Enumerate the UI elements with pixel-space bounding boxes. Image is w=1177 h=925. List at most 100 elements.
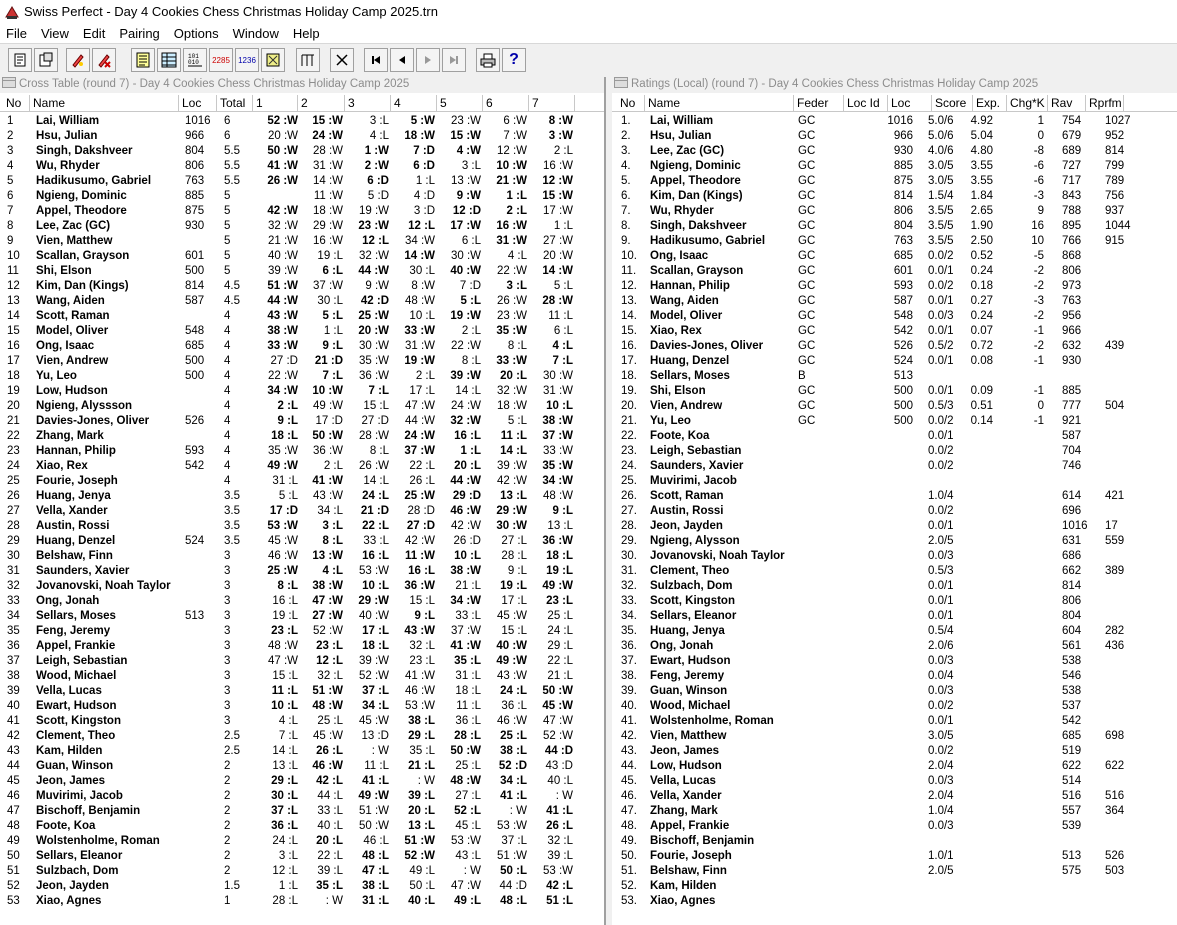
cross-table-col-name[interactable]: Name [30, 95, 179, 111]
cross-table-col-loc[interactable]: Loc [179, 95, 217, 111]
cross-table-row[interactable]: 48 Foote, Koa 2 36 :L 40 :L 50 :W 13 :L 45 :L 53… [0, 819, 604, 834]
cross-table-col-round-4[interactable]: 4 [391, 95, 437, 111]
ratings-row[interactable]: 13. Wang, Aiden GC 587 0.0/1 0.27 -3 763 [612, 294, 1177, 309]
ratings-row[interactable]: 51. Belshaw, Finn 2.0/5 575 503 [612, 864, 1177, 879]
ratings-row[interactable]: 5. Appel, Theodore GC 875 3.0/5 3.55 -6 717 789 [612, 174, 1177, 189]
ratings-row[interactable]: 18. Sellars, Moses B 513 [612, 369, 1177, 384]
cross-table-layout-icon[interactable] [296, 48, 320, 72]
cross-table-row[interactable]: 21 Davies-Jones, Oliver 526 4 9 :L 17 :D 27 :D… [0, 414, 604, 429]
ratings-icon[interactable]: 2285 [209, 48, 233, 72]
menu-edit[interactable]: Edit [77, 26, 113, 41]
cross-table-col-round-2[interactable]: 2 [298, 95, 345, 111]
ratings-row[interactable]: 38. Feng, Jeremy 0.0/4 546 [612, 669, 1177, 684]
cross-table-row[interactable]: 15 Model, Oliver 548 4 38 :W 1 :L 20 :W 33 :W 2 … [0, 324, 604, 339]
cross-table-row[interactable]: 40 Ewart, Hudson 3 10 :L 48 :W 34 :L 53 :W 11 :… [0, 699, 604, 714]
ratings-row[interactable]: 27. Austin, Rossi 0.0/2 696 [612, 504, 1177, 519]
cross-table-row[interactable]: 5 Hadikusumo, Gabriel 763 5.5 26 :W 14 :W 6 :D… [0, 174, 604, 189]
ratings-row[interactable]: 19. Shi, Elson GC 500 0.0/1 0.09 -1 885 [612, 384, 1177, 399]
ratings-row[interactable]: 17. Huang, Denzel GC 524 0.0/1 0.08 -1 930 [612, 354, 1177, 369]
help-icon[interactable]: ? [502, 48, 526, 72]
ratings-row[interactable]: 30. Jovanovski, Noah Taylor 0.0/3 686 [612, 549, 1177, 564]
ratings-row[interactable]: 23. Leigh, Sebastian 0.0/2 704 [612, 444, 1177, 459]
ratings-row[interactable]: 22. Foote, Koa 0.0/1 587 [612, 429, 1177, 444]
ratings-row[interactable]: 47. Zhang, Mark 1.0/4 557 364 [612, 804, 1177, 819]
cross-table-row[interactable]: 32 Jovanovski, Noah Taylor 3 8 :L 38 :W 10 :L… [0, 579, 604, 594]
cross-table-row[interactable]: 49 Wolstenholme, Roman 2 24 :L 20 :L 46 :L 51 … [0, 834, 604, 849]
ratings-row[interactable]: 50. Fourie, Joseph 1.0/1 513 526 [612, 849, 1177, 864]
pairings-icon[interactable] [131, 48, 155, 72]
ratings-row[interactable]: 10. Ong, Isaac GC 685 0.0/2 0.52 -5 868 [612, 249, 1177, 264]
ratings-col-no[interactable]: No [617, 95, 645, 111]
cross-table-row[interactable]: 6 Ngieng, Dominic 885 5 11 :W 5 :D 4 :D 9 :W 1 :… [0, 189, 604, 204]
cross-table-row[interactable]: 22 Zhang, Mark 4 18 :L 50 :W 28 :W 24 :W 16 :L 1… [0, 429, 604, 444]
cross-table-icon[interactable] [157, 48, 181, 72]
ratings-col-rav[interactable]: Rav [1048, 95, 1086, 111]
cross-table-col-total[interactable]: Total [217, 95, 253, 111]
next-round-icon[interactable]: 1236 [235, 48, 259, 72]
ratings-row[interactable]: 8. Singh, Dakshveer GC 804 3.5/5 1.90 16 895 104… [612, 219, 1177, 234]
table-layout-icon[interactable] [261, 48, 285, 72]
cross-table-row[interactable]: 28 Austin, Rossi 3.5 53 :W 3 :L 22 :L 27 :D 42 … [0, 519, 604, 534]
ratings-col-loc-id[interactable]: Loc Id [844, 95, 888, 111]
cross-table-row[interactable]: 47 Bischoff, Benjamin 2 37 :L 33 :L 51 :W 20 :… [0, 804, 604, 819]
ratings-row[interactable]: 16. Davies-Jones, Oliver GC 526 0.5/2 0.72 -2 6… [612, 339, 1177, 354]
cross-table-row[interactable]: 44 Guan, Winson 2 13 :L 46 :W 11 :L 21 :L 25 :L… [0, 759, 604, 774]
cross-table-row[interactable]: 43 Kam, Hilden 2.5 14 :L 26 :L: W 35 :L 50 :W 3… [0, 744, 604, 759]
ratings-row[interactable]: 40. Wood, Michael 0.0/2 537 [612, 699, 1177, 714]
cross-table-row[interactable]: 8 Lee, Zac (GC) 930 5 32 :W 29 :W 23 :W 12 :L 17… [0, 219, 604, 234]
cross-table-row[interactable]: 17 Vien, Andrew 500 4 27 :D 21 :D 35 :W 19 :W 8 … [0, 354, 604, 369]
cross-table-row[interactable]: 45 Jeon, James 2 29 :L 42 :L 41 :L: W 48 :W 34 … [0, 774, 604, 789]
ratings-col-loc[interactable]: Loc [888, 95, 932, 111]
ratings-row[interactable]: 44. Low, Hudson 2.0/4 622 622 [612, 759, 1177, 774]
cross-table-row[interactable]: 39 Vella, Lucas 3 11 :L 51 :W 37 :L 46 :W 18 :L… [0, 684, 604, 699]
cross-table-row[interactable]: 38 Wood, Michael 3 15 :L 32 :L 52 :W 41 :W 31 :… [0, 669, 604, 684]
cross-table-row[interactable]: 25 Fourie, Joseph 4 31 :L 41 :W 14 :L 26 :L 44 … [0, 474, 604, 489]
cross-table-row[interactable]: 50 Sellars, Eleanor 2 3 :L 22 :L 48 :L 52 :W 43… [0, 849, 604, 864]
cross-table-row[interactable]: 26 Huang, Jenya 3.5 5 :L 43 :W 24 :L 25 :W 29 :… [0, 489, 604, 504]
cross-table-col-round-1[interactable]: 1 [253, 95, 298, 111]
cross-table-row[interactable]: 24 Xiao, Rex 542 4 49 :W 2 :L 26 :W 22 :L 20 :L 3… [0, 459, 604, 474]
cross-table-row[interactable]: 46 Muvirimi, Jacob 2 30 :L 44 :L 49 :W 39 :L 27… [0, 789, 604, 804]
print-icon[interactable] [476, 48, 500, 72]
cross-table-row[interactable]: 34 Sellars, Moses 513 3 19 :L 27 :W 40 :W 9 :L 3… [0, 609, 604, 624]
previous-round-icon[interactable] [390, 48, 414, 72]
cross-table-row[interactable]: 7 Appel, Theodore 875 5 42 :W 18 :W 19 :W 3 :D 1… [0, 204, 604, 219]
ratings-row[interactable]: 29. Ngieng, Alysson 2.0/5 631 559 [612, 534, 1177, 549]
cross-table-row[interactable]: 51 Sulzbach, Dom 2 12 :L 39 :L 47 :L 49 :L: W 5… [0, 864, 604, 879]
ratings-row[interactable]: 36. Ong, Jonah 2.0/6 561 436 [612, 639, 1177, 654]
ratings-row[interactable]: 45. Vella, Lucas 0.0/3 514 [612, 774, 1177, 789]
cross-table-row[interactable]: 2 Hsu, Julian 966 6 20 :W 24 :W 4 :L 18 :W 15 :W… [0, 129, 604, 144]
cross-table-row[interactable]: 27 Vella, Xander 3.5 17 :D 34 :L 21 :D 28 :D 46… [0, 504, 604, 519]
ratings-row[interactable]: 2. Hsu, Julian GC 966 5.0/6 5.04 0 679 952 [612, 129, 1177, 144]
ratings-row[interactable]: 9. Hadikusumo, Gabriel GC 763 3.5/5 2.50 10 766… [612, 234, 1177, 249]
ratings-row[interactable]: 37. Ewart, Hudson 0.0/3 538 [612, 654, 1177, 669]
ratings-row[interactable]: 53. Xiao, Agnes [612, 894, 1177, 909]
ratings-row[interactable]: 24. Saunders, Xavier 0.0/2 746 [612, 459, 1177, 474]
cross-table-row[interactable]: 3 Singh, Dakshveer 804 5.5 50 :W 28 :W 1 :W 7 :… [0, 144, 604, 159]
ratings-row[interactable]: 46. Vella, Xander 2.0/4 516 516 [612, 789, 1177, 804]
cross-table-row[interactable]: 23 Hannan, Philip 593 4 35 :W 36 :W 8 :L 37 :W 1… [0, 444, 604, 459]
ratings-row[interactable]: 20. Vien, Andrew GC 500 0.5/3 0.51 0 777 504 [612, 399, 1177, 414]
pane-splitter[interactable] [604, 77, 612, 925]
cross-table-row[interactable]: 35 Feng, Jeremy 3 23 :L 52 :W 17 :L 43 :W 37 :W… [0, 624, 604, 639]
cross-table-row[interactable]: 9 Vien, Matthew 5 21 :W 16 :W 12 :L 34 :W 6 :L 3… [0, 234, 604, 249]
cross-table-col-round-3[interactable]: 3 [345, 95, 391, 111]
ratings-col-feder[interactable]: Feder [794, 95, 844, 111]
ratings-row[interactable]: 3. Lee, Zac (GC) GC 930 4.0/6 4.80 -8 689 814 [612, 144, 1177, 159]
scores-icon[interactable]: 101 010 [183, 48, 207, 72]
cross-table-row[interactable]: 52 Jeon, Jayden 1.5 1 :L 35 :L 38 :L 50 :L 47 :… [0, 879, 604, 894]
cross-table-row[interactable]: 11 Shi, Elson 500 5 39 :W 6 :L 44 :W 30 :L 40 :W… [0, 264, 604, 279]
ratings-row[interactable]: 43. Jeon, James 0.0/2 519 [612, 744, 1177, 759]
cross-table-row[interactable]: 1 Lai, William 1016 6 52 :W 15 :W 3 :L 5 :W 23 :… [0, 114, 604, 129]
cross-table-row[interactable]: 14 Scott, Raman 4 43 :W 5 :L 25 :W 10 :L 19 :W 2… [0, 309, 604, 324]
menu-window[interactable]: Window [227, 26, 287, 41]
next-round-nav-icon[interactable] [416, 48, 440, 72]
ratings-row[interactable]: 21. Yu, Leo GC 500 0.0/2 0.14 -1 921 [612, 414, 1177, 429]
cross-table-row[interactable]: 36 Appel, Frankie 3 48 :W 23 :L 18 :L 32 :L 41 … [0, 639, 604, 654]
ratings-row[interactable]: 39. Guan, Winson 0.0/3 538 [612, 684, 1177, 699]
first-round-icon[interactable] [364, 48, 388, 72]
ratings-row[interactable]: 42. Vien, Matthew 3.0/5 685 698 [612, 729, 1177, 744]
cross-table-row[interactable]: 18 Yu, Leo 500 4 22 :W 7 :L 36 :W 2 :L 39 :W 20 :… [0, 369, 604, 384]
ratings-row[interactable]: 48. Appel, Frankie 0.0/3 539 [612, 819, 1177, 834]
ratings-row[interactable]: 1. Lai, William GC 1016 5.0/6 4.92 1 754 1027 [612, 114, 1177, 129]
